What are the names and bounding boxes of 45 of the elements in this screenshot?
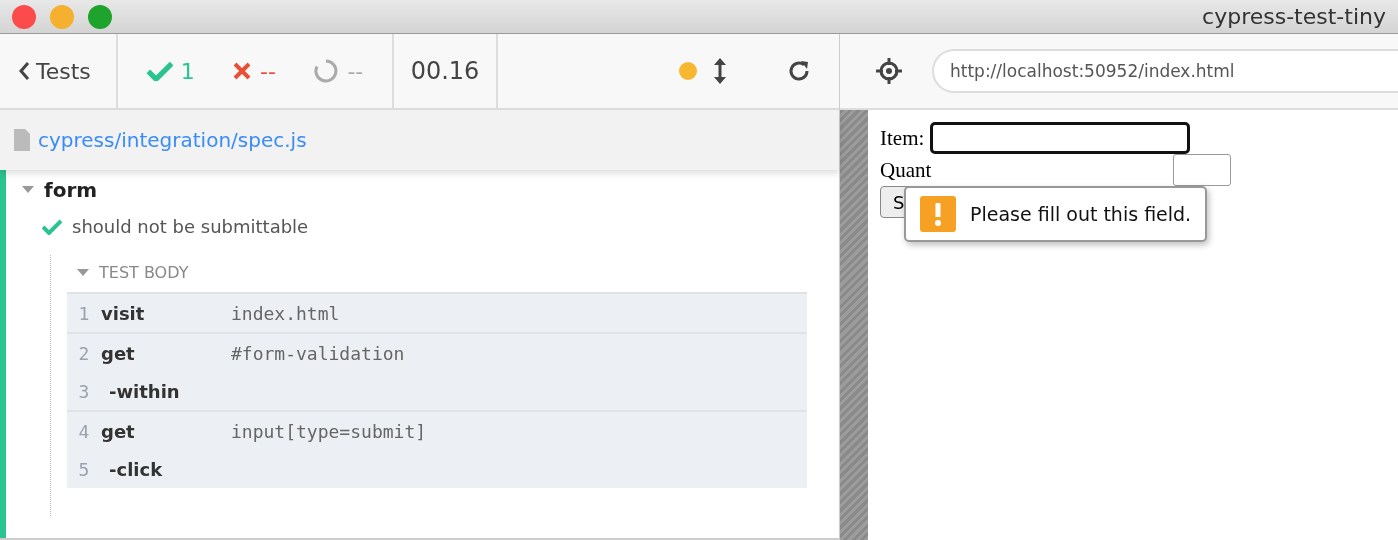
warning-icon [920, 196, 956, 232]
resize-arrows-icon[interactable] [713, 58, 727, 84]
line-number: 1 [77, 302, 91, 324]
line-number: 2 [77, 342, 91, 364]
test-title[interactable]: should not be submittable [72, 216, 309, 237]
file-icon [14, 129, 30, 151]
minimize-button[interactable] [50, 4, 74, 29]
suite-title[interactable]: form [44, 178, 98, 202]
quantity-label: Quant [880, 157, 932, 183]
tooltip-text: Please fill out this field. [970, 203, 1192, 225]
pending-count: -- [347, 58, 364, 84]
command-name: -within [108, 380, 181, 402]
line-number: 4 [77, 420, 91, 442]
window-title: cypress-test-tiny [1202, 4, 1386, 29]
line-number: 5 [77, 458, 91, 480]
quantity-input[interactable] [1173, 154, 1232, 186]
command-message: #form-validation [231, 342, 406, 364]
spinner-icon [313, 58, 340, 84]
maximize-button[interactable] [88, 4, 112, 29]
resize-handle[interactable] [840, 110, 868, 540]
item-input[interactable] [930, 122, 1191, 154]
item-label: Item: [880, 125, 925, 151]
crosshair-icon[interactable] [876, 58, 902, 84]
caret-down-icon[interactable] [22, 186, 34, 194]
check-icon [146, 60, 173, 82]
command-message: input[type=submit] [231, 420, 428, 442]
reload-icon[interactable] [787, 59, 811, 83]
command-message: index.html [231, 302, 341, 324]
command-name: visit [101, 302, 146, 324]
check-icon [42, 218, 62, 235]
command-name: get [101, 420, 136, 442]
line-number: 3 [77, 380, 91, 402]
url-field[interactable]: http://localhost:50952/index.html [932, 49, 1398, 93]
passed-count: 1 [180, 58, 195, 84]
cross-icon [232, 61, 253, 81]
command-name: -click [108, 458, 164, 480]
command-name: get [101, 342, 136, 364]
failed-count: -- [260, 58, 276, 84]
duration: 00.16 [394, 34, 498, 108]
close-button[interactable] [12, 4, 36, 29]
chevron-left-icon [18, 61, 30, 81]
status-dot [679, 62, 697, 80]
caret-down-icon[interactable] [77, 268, 89, 277]
tests-back-button[interactable]: Tests [0, 34, 118, 108]
section-title[interactable]: TEST BODY [99, 263, 189, 282]
